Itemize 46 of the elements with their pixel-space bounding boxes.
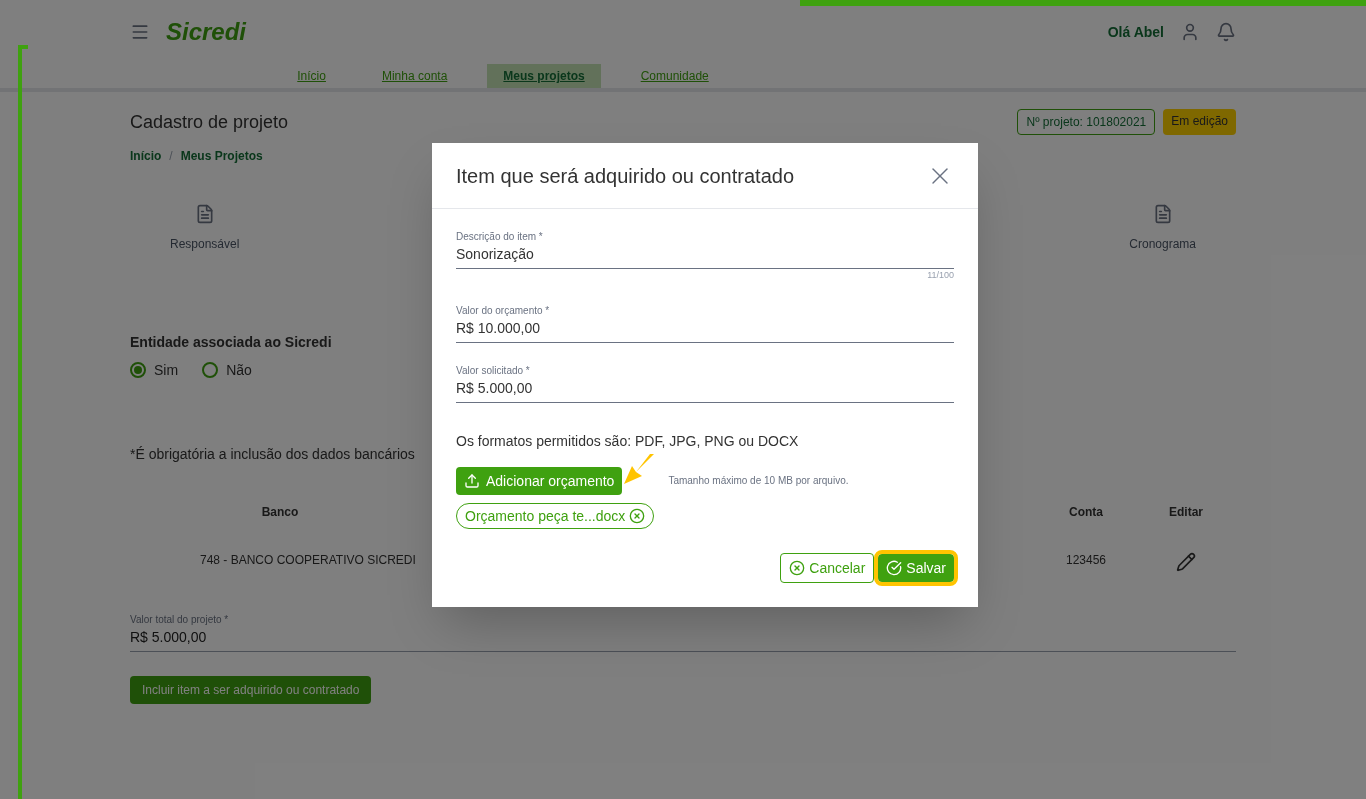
step-label[interactable]: Responsável bbox=[170, 236, 240, 252]
status-badge: Em edição bbox=[1163, 109, 1236, 135]
table-cell-text: 748 - BANCO COOPERATIVO SICREDI bbox=[199, 552, 417, 569]
pointer-arrow-icon bbox=[622, 451, 657, 486]
upload-button[interactable]: Adicionar orçamento bbox=[456, 466, 623, 495]
nav-tab[interactable]: Início bbox=[281, 64, 342, 88]
user-icon[interactable] bbox=[1180, 22, 1200, 42]
association-label: Entidade associada ao Sicredi bbox=[130, 333, 332, 352]
input-field[interactable]: Descrição do item * Sonorização bbox=[456, 229, 954, 269]
column-header: Conta bbox=[1069, 504, 1103, 521]
remove-icon bbox=[629, 507, 646, 524]
column-header: Editar bbox=[1169, 504, 1203, 521]
upload-icon bbox=[464, 472, 480, 489]
input-field[interactable]: Valor do orçamento * R$ 10.000,00 bbox=[456, 302, 954, 343]
cancel-icon bbox=[789, 559, 806, 576]
required-note: *É obrigatória a inclusão dos dados bancários bbox=[130, 445, 415, 464]
radio-label: Não bbox=[226, 361, 252, 380]
breadcrumb-separator: / bbox=[169, 148, 173, 164]
breadcrumb-link[interactable]: Início bbox=[130, 148, 162, 164]
greeting: Olá Abel bbox=[1107, 23, 1164, 42]
table-cell-text: 123456 bbox=[1064, 552, 1107, 569]
formats-note: Os formatos permitidos são: PDF, JPG, PNG ou DOCX bbox=[456, 431, 800, 451]
logo: Sicredi bbox=[166, 17, 247, 47]
radio-label: Sim bbox=[154, 361, 179, 380]
nav-tab[interactable]: Meus projetos bbox=[487, 64, 601, 88]
bell-icon[interactable] bbox=[1216, 22, 1236, 42]
add-item-button[interactable]: Incluir item a ser adquirido ou contratado bbox=[130, 676, 372, 704]
upload-hint: Tamanho máximo de 10 MB por arquivo. bbox=[668, 474, 849, 488]
project-badge: Nº projeto: 101802021 bbox=[1017, 109, 1156, 135]
page-title: Cadastro de projeto bbox=[130, 111, 289, 134]
field-label: Valor total do projeto * bbox=[130, 613, 230, 627]
character-counter: 11/100 bbox=[926, 269, 954, 282]
menu-icon[interactable] bbox=[130, 22, 150, 42]
radio-button[interactable] bbox=[202, 362, 219, 378]
check-icon bbox=[886, 559, 903, 576]
modal-title: Item que será adquirido ou contratado bbox=[456, 163, 795, 189]
column-header: Banco bbox=[261, 504, 299, 521]
field-value: R$ 5.000,00 bbox=[130, 628, 208, 647]
cancel-button[interactable]: Cancelar bbox=[780, 552, 875, 583]
radio-button[interactable] bbox=[130, 362, 146, 378]
breadcrumb-link[interactable]: Meus Projetos bbox=[180, 148, 263, 164]
nav-tab[interactable]: Minha conta bbox=[365, 64, 464, 88]
nav-tab[interactable]: Comunidade bbox=[624, 64, 725, 88]
input-field[interactable]: Valor solicitado * R$ 5.000,00 bbox=[456, 362, 954, 403]
step-label[interactable]: Cronograma bbox=[1129, 236, 1196, 252]
edit-icon[interactable] bbox=[1176, 552, 1196, 572]
